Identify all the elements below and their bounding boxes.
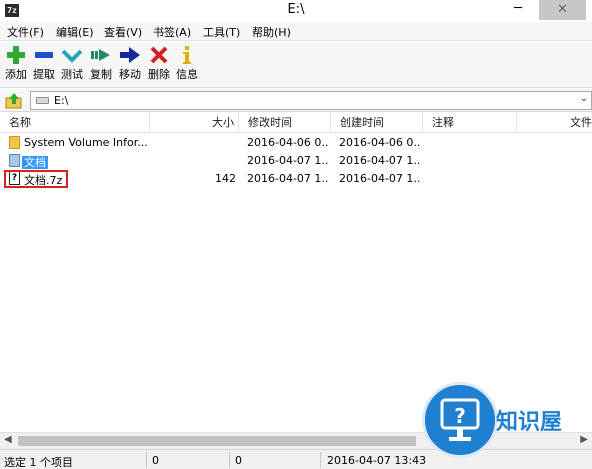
menu-file[interactable]: 文件(F) (7, 24, 44, 40)
address-path: E:\ (54, 94, 69, 107)
column-name[interactable]: 名称 (0, 112, 150, 133)
highlight-box (4, 170, 68, 188)
minus-icon (35, 52, 53, 58)
menu-edit[interactable]: 编辑(E) (56, 24, 94, 40)
address-bar: E:\ ⌄ (0, 89, 592, 112)
menu-bookmarks[interactable]: 书签(A) (153, 24, 191, 40)
scroll-left-icon[interactable]: ◀ (4, 434, 12, 445)
watermark-icon: ? (422, 382, 498, 458)
item-created: 2016-04-06 0... (339, 136, 421, 149)
watermark-logo: ? 知识屋 (418, 376, 592, 469)
add-button[interactable]: 添加 (2, 44, 30, 86)
copy-button[interactable]: 复制 (87, 44, 115, 86)
item-created: 2016-04-07 1... (339, 154, 421, 167)
menu-view[interactable]: 查看(V) (104, 24, 142, 40)
status-datetime: 2016-04-07 13:43 (327, 454, 427, 467)
item-name-wrap: 文档 (22, 154, 48, 170)
item-modified: 2016-04-06 0... (247, 136, 329, 149)
watermark-glyph: ? (454, 404, 466, 428)
info-label: 信息 (176, 68, 198, 81)
menu-tools[interactable]: 工具(T) (203, 24, 240, 40)
delete-label: 删除 (148, 68, 170, 81)
info-icon (183, 46, 191, 64)
scrollbar-thumb[interactable] (18, 436, 416, 446)
status-divider (229, 452, 230, 468)
item-created: 2016-04-07 1... (339, 172, 421, 185)
move-button[interactable]: 移动 (116, 44, 144, 86)
info-button[interactable]: 信息 (173, 44, 201, 86)
status-size: 0 (152, 454, 159, 467)
item-name: 文档 (22, 156, 48, 169)
test-label: 测试 (61, 68, 83, 81)
folder-icon (9, 154, 20, 167)
copy-arrow-icon (91, 49, 110, 61)
question-monitor-icon: ? (440, 398, 480, 441)
extract-button[interactable]: 提取 (30, 44, 58, 86)
column-modified[interactable]: 修改时间 (239, 112, 331, 133)
window-title: E:\ (287, 2, 305, 17)
list-item[interactable]: 文档 2016-04-07 1... 2016-04-07 1... (0, 152, 592, 170)
item-size: 142 (215, 172, 236, 185)
status-selection: 选定 1 个项目 (4, 456, 73, 469)
menu-help[interactable]: 帮助(H) (252, 24, 291, 40)
list-item[interactable]: System Volume Infor... 2016-04-06 0... 2… (0, 134, 592, 152)
drive-icon (36, 97, 49, 104)
close-button[interactable]: ✕ (539, 0, 586, 20)
status-packed: 0 (235, 454, 242, 467)
checkmark-icon (61, 49, 83, 63)
copy-label: 复制 (90, 68, 112, 81)
item-modified: 2016-04-07 1... (247, 154, 329, 167)
test-button[interactable]: 测试 (58, 44, 86, 86)
move-arrow-icon (120, 47, 140, 63)
move-label: 移动 (119, 68, 141, 81)
delete-button[interactable]: 删除 (145, 44, 173, 86)
status-divider (320, 452, 321, 468)
menu-bar: 文件(F) 编辑(E) 查看(V) 书签(A) 工具(T) 帮助(H) (0, 22, 592, 41)
folder-up-icon[interactable] (5, 92, 23, 109)
address-field[interactable]: E:\ ⌄ (30, 91, 592, 110)
extract-label: 提取 (33, 68, 55, 81)
watermark-text: 知识屋 (496, 410, 563, 435)
list-item[interactable]: ? 文档.7z 142 2016-04-07 1... 2016-04-07 1… (0, 170, 592, 188)
item-name: System Volume Infor... (24, 136, 148, 149)
chevron-down-icon[interactable]: ⌄ (580, 93, 588, 104)
item-modified: 2016-04-07 1... (247, 172, 329, 185)
add-label: 添加 (5, 68, 27, 81)
toolbar: 添加 提取 测试 复制 移动 删除 信息 (0, 42, 592, 88)
status-divider (146, 452, 147, 468)
column-comment[interactable]: 注释 (423, 112, 517, 133)
column-size[interactable]: 大小 (150, 112, 239, 133)
column-file[interactable]: 文件 (517, 112, 592, 133)
minimize-button[interactable]: ─ (505, 0, 531, 20)
delete-x-icon (150, 46, 168, 64)
title-bar: 7z E:\ ─ ✕ (0, 0, 592, 22)
folder-icon (9, 136, 20, 149)
column-created[interactable]: 创建时间 (331, 112, 423, 133)
plus-icon (7, 46, 25, 64)
